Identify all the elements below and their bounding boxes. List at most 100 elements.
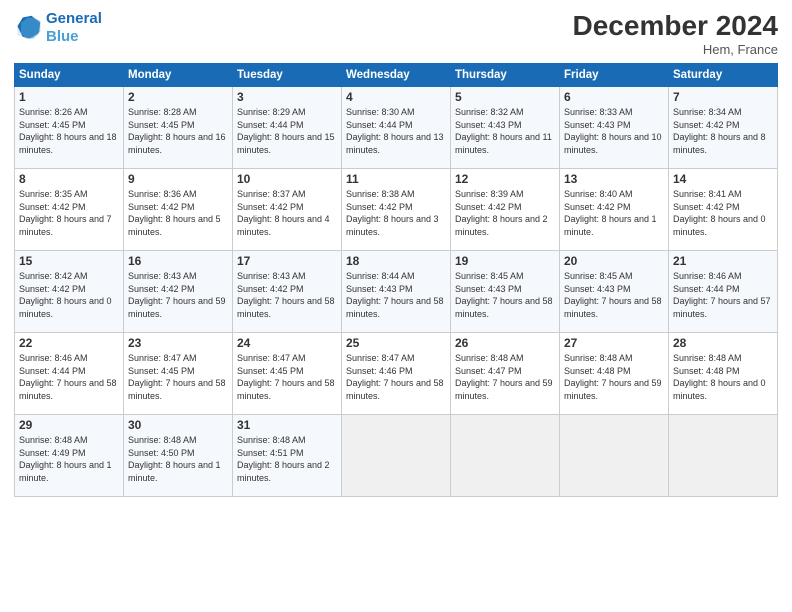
table-row: 29 Sunrise: 8:48 AM Sunset: 4:49 PM Dayli… (15, 415, 124, 497)
day-info: Sunrise: 8:30 AM Sunset: 4:44 PM Dayligh… (346, 106, 446, 156)
title-block: December 2024 Hem, France (573, 10, 778, 57)
table-row: 5 Sunrise: 8:32 AM Sunset: 4:43 PM Daylig… (451, 87, 560, 169)
day-info: Sunrise: 8:34 AM Sunset: 4:42 PM Dayligh… (673, 106, 773, 156)
table-row: 6Sunrise: 8:33 AM Sunset: 4:43 PM Daylig… (560, 87, 669, 169)
day-info: Sunrise: 8:38 AM Sunset: 4:42 PM Dayligh… (346, 188, 446, 238)
logo-icon (14, 14, 42, 42)
day-info: Sunrise: 8:44 AM Sunset: 4:43 PM Dayligh… (346, 270, 446, 320)
table-row: 10 Sunrise: 8:37 AM Sunset: 4:42 PM Dayli… (233, 169, 342, 251)
day-number: 11 (346, 172, 446, 186)
day-info: Sunrise: 8:35 AM Sunset: 4:42 PM Dayligh… (19, 188, 119, 238)
day-info: Sunrise: 8:46 AM Sunset: 4:44 PM Dayligh… (19, 352, 119, 402)
day-info: Sunrise: 8:48 AM Sunset: 4:48 PM Dayligh… (673, 352, 773, 402)
day-number: 17 (237, 254, 337, 268)
table-row: 2 Sunrise: 8:28 AM Sunset: 4:45 PM Daylig… (124, 87, 233, 169)
table-row: 21 Sunrise: 8:46 AM Sunset: 4:44 PM Dayli… (669, 251, 778, 333)
table-row: 19Sunrise: 8:45 AM Sunset: 4:43 PM Dayli… (451, 251, 560, 333)
day-info: Sunrise: 8:48 AM Sunset: 4:50 PM Dayligh… (128, 434, 228, 484)
day-info: Sunrise: 8:29 AM Sunset: 4:44 PM Dayligh… (237, 106, 337, 156)
table-row: 26 Sunrise: 8:48 AM Sunset: 4:47 PM Dayli… (451, 333, 560, 415)
day-info: Sunrise: 8:47 AM Sunset: 4:45 PM Dayligh… (128, 352, 228, 402)
month-title: December 2024 (573, 10, 778, 42)
table-row: 15 Sunrise: 8:42 AM Sunset: 4:42 PM Dayli… (15, 251, 124, 333)
day-info: Sunrise: 8:43 AM Sunset: 4:42 PM Dayligh… (237, 270, 337, 320)
header: General Blue December 2024 Hem, France (14, 10, 778, 57)
table-row (560, 415, 669, 497)
table-row: 16 Sunrise: 8:43 AM Sunset: 4:42 PM Dayli… (124, 251, 233, 333)
day-info: Sunrise: 8:45 AM Sunset: 4:43 PM Dayligh… (455, 270, 555, 320)
calendar-row: 29 Sunrise: 8:48 AM Sunset: 4:49 PM Dayli… (15, 415, 778, 497)
day-number: 5 (455, 90, 555, 104)
table-row: 3Sunrise: 8:29 AM Sunset: 4:44 PM Daylig… (233, 87, 342, 169)
day-number: 16 (128, 254, 228, 268)
day-number: 25 (346, 336, 446, 350)
day-info: Sunrise: 8:39 AM Sunset: 4:42 PM Dayligh… (455, 188, 555, 238)
day-number: 14 (673, 172, 773, 186)
table-row: 28 Sunrise: 8:48 AM Sunset: 4:48 PM Dayli… (669, 333, 778, 415)
calendar-row: 15 Sunrise: 8:42 AM Sunset: 4:42 PM Dayli… (15, 251, 778, 333)
table-row: 24 Sunrise: 8:47 AM Sunset: 4:45 PM Dayli… (233, 333, 342, 415)
day-info: Sunrise: 8:33 AM Sunset: 4:43 PM Dayligh… (564, 106, 664, 156)
table-row (669, 415, 778, 497)
page: General Blue December 2024 Hem, France S… (0, 0, 792, 612)
table-row: 13Sunrise: 8:40 AM Sunset: 4:42 PM Dayli… (560, 169, 669, 251)
day-info: Sunrise: 8:48 AM Sunset: 4:51 PM Dayligh… (237, 434, 337, 484)
day-info: Sunrise: 8:46 AM Sunset: 4:44 PM Dayligh… (673, 270, 773, 320)
table-row: 31Sunrise: 8:48 AM Sunset: 4:51 PM Dayli… (233, 415, 342, 497)
col-wednesday: Wednesday (342, 64, 451, 87)
location: Hem, France (573, 42, 778, 57)
day-number: 10 (237, 172, 337, 186)
day-number: 13 (564, 172, 664, 186)
day-info: Sunrise: 8:37 AM Sunset: 4:42 PM Dayligh… (237, 188, 337, 238)
table-row: 30 Sunrise: 8:48 AM Sunset: 4:50 PM Dayli… (124, 415, 233, 497)
day-number: 18 (346, 254, 446, 268)
day-number: 21 (673, 254, 773, 268)
table-row: 23Sunrise: 8:47 AM Sunset: 4:45 PM Dayli… (124, 333, 233, 415)
day-number: 27 (564, 336, 664, 350)
day-info: Sunrise: 8:36 AM Sunset: 4:42 PM Dayligh… (128, 188, 228, 238)
logo: General Blue (14, 10, 102, 46)
col-saturday: Saturday (669, 64, 778, 87)
table-row: 12Sunrise: 8:39 AM Sunset: 4:42 PM Dayli… (451, 169, 560, 251)
day-info: Sunrise: 8:41 AM Sunset: 4:42 PM Dayligh… (673, 188, 773, 238)
day-info: Sunrise: 8:48 AM Sunset: 4:47 PM Dayligh… (455, 352, 555, 402)
day-number: 28 (673, 336, 773, 350)
day-info: Sunrise: 8:42 AM Sunset: 4:42 PM Dayligh… (19, 270, 119, 320)
table-row: 27 Sunrise: 8:48 AM Sunset: 4:48 PM Dayli… (560, 333, 669, 415)
day-number: 29 (19, 418, 119, 432)
calendar-row: 22 Sunrise: 8:46 AM Sunset: 4:44 PM Dayli… (15, 333, 778, 415)
day-number: 15 (19, 254, 119, 268)
col-thursday: Thursday (451, 64, 560, 87)
day-number: 4 (346, 90, 446, 104)
table-row: 18 Sunrise: 8:44 AM Sunset: 4:43 PM Dayli… (342, 251, 451, 333)
day-number: 20 (564, 254, 664, 268)
table-row: 14 Sunrise: 8:41 AM Sunset: 4:42 PM Dayli… (669, 169, 778, 251)
table-row: 11 Sunrise: 8:38 AM Sunset: 4:42 PM Dayli… (342, 169, 451, 251)
day-number: 24 (237, 336, 337, 350)
table-row: 1Sunrise: 8:26 AM Sunset: 4:45 PM Daylig… (15, 87, 124, 169)
col-sunday: Sunday (15, 64, 124, 87)
table-row: 20 Sunrise: 8:45 AM Sunset: 4:43 PM Dayli… (560, 251, 669, 333)
table-row (342, 415, 451, 497)
day-number: 8 (19, 172, 119, 186)
table-row: 9 Sunrise: 8:36 AM Sunset: 4:42 PM Daylig… (124, 169, 233, 251)
day-number: 2 (128, 90, 228, 104)
day-info: Sunrise: 8:48 AM Sunset: 4:49 PM Dayligh… (19, 434, 119, 484)
day-info: Sunrise: 8:32 AM Sunset: 4:43 PM Dayligh… (455, 106, 555, 156)
calendar-row: 8 Sunrise: 8:35 AM Sunset: 4:42 PM Daylig… (15, 169, 778, 251)
day-info: Sunrise: 8:43 AM Sunset: 4:42 PM Dayligh… (128, 270, 228, 320)
table-row: 22 Sunrise: 8:46 AM Sunset: 4:44 PM Dayli… (15, 333, 124, 415)
col-friday: Friday (560, 64, 669, 87)
table-row (451, 415, 560, 497)
day-info: Sunrise: 8:48 AM Sunset: 4:48 PM Dayligh… (564, 352, 664, 402)
col-tuesday: Tuesday (233, 64, 342, 87)
col-monday: Monday (124, 64, 233, 87)
day-info: Sunrise: 8:28 AM Sunset: 4:45 PM Dayligh… (128, 106, 228, 156)
day-number: 26 (455, 336, 555, 350)
day-number: 30 (128, 418, 228, 432)
table-row: 17 Sunrise: 8:43 AM Sunset: 4:42 PM Dayli… (233, 251, 342, 333)
day-number: 9 (128, 172, 228, 186)
day-number: 22 (19, 336, 119, 350)
day-info: Sunrise: 8:45 AM Sunset: 4:43 PM Dayligh… (564, 270, 664, 320)
day-info: Sunrise: 8:47 AM Sunset: 4:45 PM Dayligh… (237, 352, 337, 402)
